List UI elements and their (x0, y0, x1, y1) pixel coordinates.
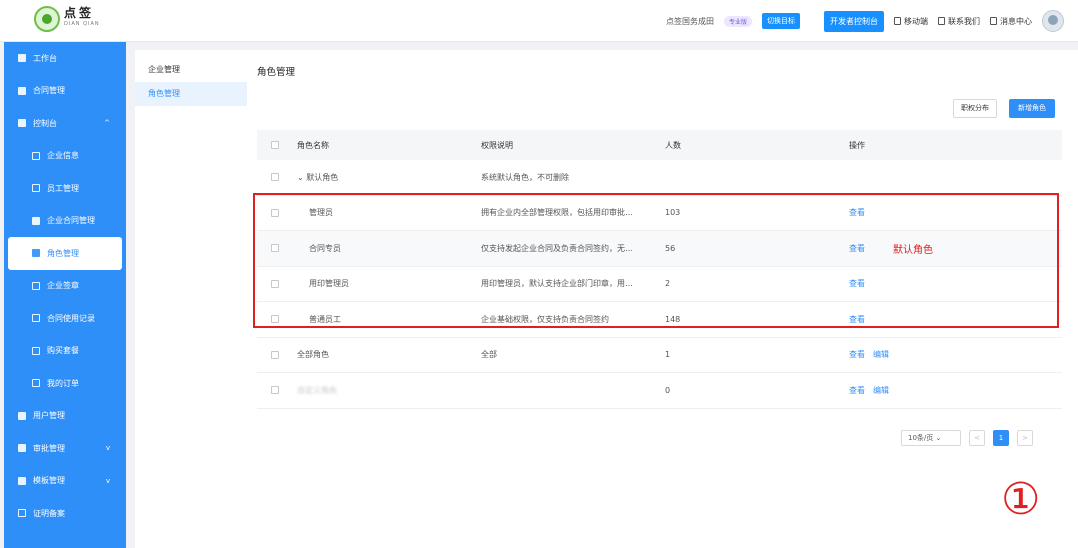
row-checkbox[interactable] (271, 173, 279, 182)
row-checkbox[interactable] (271, 386, 279, 395)
chevron-down-icon: v (105, 444, 110, 452)
logo-icon (34, 6, 60, 32)
subnav-item-company[interactable]: 企业管理 (135, 58, 247, 82)
sidebar-item-approval[interactable]: 审批管理 v (4, 432, 126, 465)
user-icon (32, 184, 40, 193)
message-icon (990, 17, 997, 25)
view-link[interactable]: 查看 (849, 350, 865, 359)
permission-distribution-button[interactable]: 职权分布 (953, 99, 997, 118)
edit-link[interactable]: 编辑 (873, 386, 889, 395)
cart-icon (32, 346, 40, 355)
subnav-item-roles[interactable]: 角色管理 (135, 82, 247, 106)
prev-page-button[interactable]: < (969, 430, 985, 446)
collapse-chevron-icon[interactable]: ⌄ (297, 173, 306, 182)
phone-call-icon (938, 17, 945, 25)
step-marker: ① (1001, 474, 1041, 525)
highlight-box (253, 193, 1059, 328)
chevron-up-icon: ^ (104, 119, 110, 127)
plan-badge: 专业版 (723, 15, 752, 27)
mobile-link[interactable]: 移动端 (894, 16, 928, 27)
sidebar-item-orders[interactable]: 我的订单 (4, 367, 126, 400)
top-bar: 点签 DIAN QIAN 点签国务成田 专业版 切换目标 开发者控制台 移动端 … (0, 0, 1078, 42)
main-panel: 企业管理 角色管理 角色管理 职权分布 新增角色 角色名称 权限说明 人数 操作… (135, 50, 1078, 548)
sidebar-item-company-contracts[interactable]: 企业合同管理 (4, 205, 126, 238)
group-name: 默认角色 (306, 172, 339, 182)
approve-icon (18, 444, 26, 453)
content: 角色管理 职权分布 新增角色 角色名称 权限说明 人数 操作 ⌄ 默认角色 系统… (253, 50, 1072, 548)
sidebar-item-staff[interactable]: 员工管理 (4, 172, 126, 205)
record-icon (32, 314, 40, 323)
sidebar-item-users[interactable]: 用户管理 (4, 400, 126, 433)
sidebar-item-roles[interactable]: 角色管理 (8, 237, 122, 270)
avatar[interactable] (1042, 10, 1064, 32)
company-name[interactable]: 点签国务成田 (666, 16, 714, 27)
role-name: 全部角色 (297, 350, 329, 360)
sidebar-item-company-info[interactable]: 企业信息 (4, 140, 126, 173)
edit-link[interactable]: 编辑 (873, 350, 889, 359)
file-icon (32, 216, 40, 225)
table-row-group: ⌄ 默认角色 系统默认角色，不可删除 (257, 160, 1062, 196)
page-size-select[interactable]: 10条/页 ⌄ (901, 430, 961, 446)
role-name: 自定义角色 (297, 385, 337, 395)
view-link[interactable]: 查看 (849, 386, 865, 395)
select-all-checkbox[interactable] (271, 141, 279, 149)
message-center-link[interactable]: 消息中心 (990, 16, 1032, 27)
org-icon (32, 249, 40, 258)
sidebar-item-seal[interactable]: 企业签章 (4, 270, 126, 303)
order-icon (32, 379, 40, 388)
pagination: 10条/页 ⌄ < 1 > (901, 430, 1033, 446)
sidebar-item-contracts[interactable]: 合同管理 (4, 75, 126, 108)
sidebar-item-templates[interactable]: 模板管理 v (4, 465, 126, 498)
column-header-name: 角色名称 (297, 140, 329, 150)
chevron-down-icon: v (105, 476, 110, 485)
column-header-count: 人数 (665, 140, 681, 150)
logo-title: 点签 (64, 6, 95, 20)
column-header-actions: 操作 (849, 140, 865, 150)
annotation-label: 默认角色 (893, 245, 933, 256)
logo-subtitle: DIAN QIAN (64, 21, 100, 27)
person-icon (18, 411, 26, 420)
switch-button[interactable]: 切换目标 (762, 13, 800, 29)
role-count: 1 (665, 350, 671, 360)
role-desc: 全部 (481, 350, 497, 360)
add-role-button[interactable]: 新增角色 (1009, 99, 1055, 118)
table-header: 角色名称 权限说明 人数 操作 (257, 130, 1062, 160)
chart-icon (18, 119, 26, 128)
developer-console-button[interactable]: 开发者控制台 (824, 10, 884, 32)
template-icon (18, 476, 26, 485)
next-page-button[interactable]: > (1017, 430, 1033, 446)
sidebar-item-usage-records[interactable]: 合同使用记录 (4, 302, 126, 335)
sidebar-item-workbench[interactable]: 工作台 (4, 42, 126, 75)
table-row: 全部角色 全部 1 查看 编辑 (257, 338, 1062, 373)
stamp-icon (32, 281, 40, 290)
building-icon (32, 151, 40, 160)
sidebar-item-buy-package[interactable]: 购买套餐 (4, 335, 126, 368)
contact-link[interactable]: 联系我们 (938, 16, 980, 27)
home-icon (18, 54, 26, 63)
page-number-button[interactable]: 1 (993, 430, 1009, 446)
logo[interactable]: 点签 DIAN QIAN (34, 6, 100, 32)
doc-icon (18, 509, 26, 518)
contract-icon (18, 86, 26, 95)
sidebar-item-console[interactable]: 控制台 ^ (4, 107, 126, 140)
table-row: 自定义角色 0 查看 编辑 (257, 373, 1062, 409)
phone-icon (894, 17, 901, 25)
group-desc: 系统默认角色，不可删除 (481, 172, 569, 182)
role-count: 0 (665, 385, 671, 395)
column-header-permission: 权限说明 (481, 140, 513, 150)
sidebar: 工作台 合同管理 控制台 ^ 企业信息 员工管理 企业合同管理 角色管理 企业签章… (4, 42, 126, 548)
page-title: 角色管理 (257, 67, 296, 78)
sub-nav: 企业管理 角色管理 (135, 50, 247, 548)
row-checkbox[interactable] (271, 350, 279, 359)
sidebar-item-certificate[interactable]: 证明备案 (4, 497, 126, 530)
